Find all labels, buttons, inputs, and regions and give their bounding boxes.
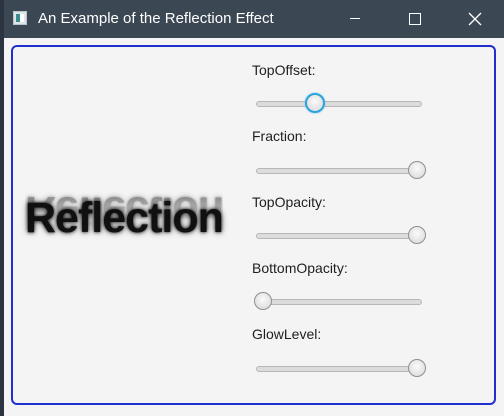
- slider-thumb[interactable]: [254, 292, 272, 310]
- app-window: An Example of the Reflection Effect Refl…: [4, 0, 504, 416]
- fraction-slider[interactable]: [256, 160, 426, 180]
- topopacity-label: TopOpacity:: [252, 194, 326, 210]
- minimize-button[interactable]: [332, 0, 378, 38]
- topopacity-slider[interactable]: [256, 225, 426, 245]
- slider-track: [256, 366, 422, 372]
- glowlevel-label: GlowLevel:: [252, 326, 322, 342]
- title-bar[interactable]: An Example of the Reflection Effect: [4, 0, 504, 38]
- reflection-demo: Reflection Reflection: [25, 189, 224, 240]
- slider-thumb[interactable]: [408, 161, 426, 179]
- topoffset-label: TopOffset:: [252, 62, 316, 78]
- window-title: An Example of the Reflection Effect: [38, 10, 274, 27]
- bottomopacity-slider[interactable]: [254, 291, 422, 311]
- slider-thumb[interactable]: [408, 359, 426, 377]
- glowlevel-slider[interactable]: [256, 358, 426, 378]
- maximize-button[interactable]: [392, 0, 438, 38]
- slider-thumb[interactable]: [304, 93, 325, 113]
- fraction-label: Fraction:: [252, 128, 307, 144]
- slider-track: [256, 168, 422, 174]
- app-window-icon: [13, 11, 27, 25]
- content-pane: Reflection Reflection TopOffset: Fractio…: [11, 45, 496, 405]
- reflection-mirror: Reflection: [25, 188, 223, 232]
- slider-track: [256, 299, 422, 305]
- bottomopacity-label: BottomOpacity:: [252, 260, 348, 276]
- topoffset-slider[interactable]: [256, 93, 422, 113]
- slider-track: [256, 233, 422, 239]
- close-button[interactable]: [452, 0, 498, 38]
- close-icon: [468, 12, 482, 26]
- slider-thumb[interactable]: [408, 226, 426, 244]
- slider-track: [256, 101, 422, 107]
